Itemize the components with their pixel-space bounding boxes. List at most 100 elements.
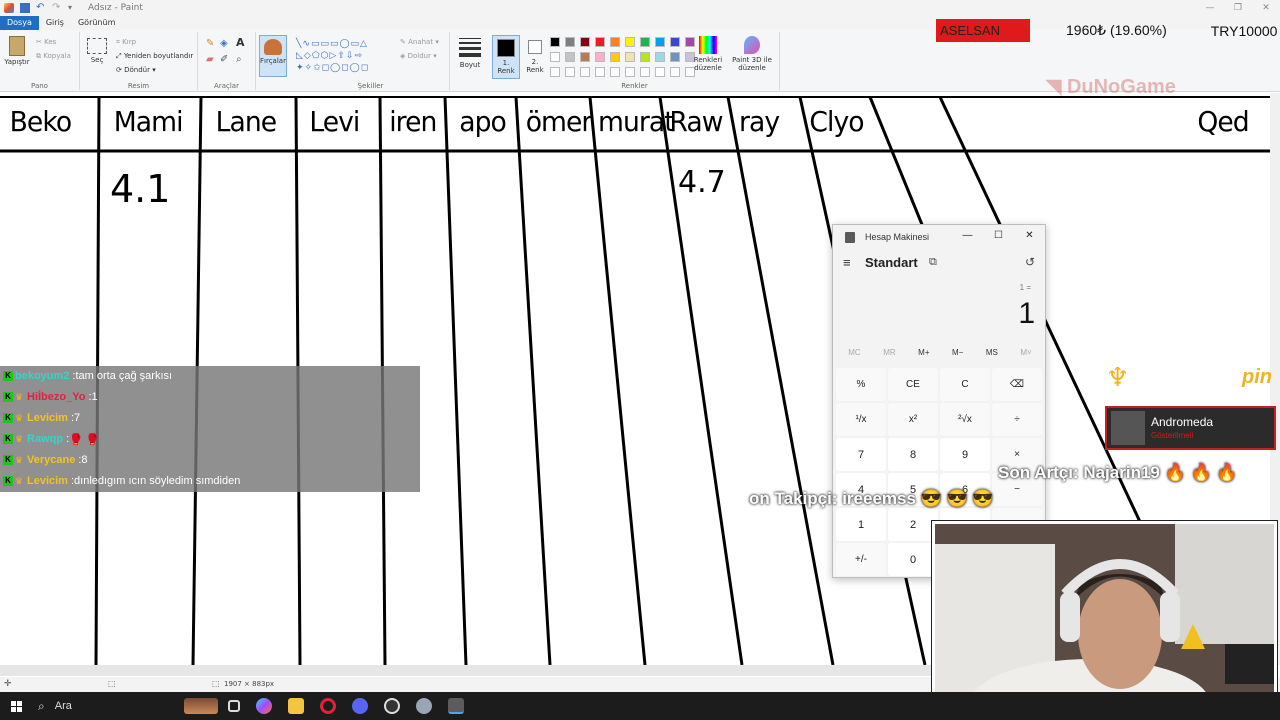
palette-swatch[interactable] [580,52,590,62]
close-button[interactable]: ✕ [1252,0,1280,16]
palette-swatch[interactable] [595,37,605,47]
cut-button[interactable]: ✂ Kes [36,38,56,46]
pencil-icon[interactable]: ✎ [206,39,214,49]
keep-on-top-icon[interactable]: ⧉ [929,256,937,269]
palette-swatch[interactable] [580,37,590,47]
calculator-key[interactable]: ÷ [992,403,1042,436]
tab-view[interactable]: Görünüm [71,16,122,30]
palette-swatch[interactable] [655,52,665,62]
color1-button[interactable]: 1. Renk [492,35,520,79]
resize-button[interactable]: ⤢ Yeniden boyutlandır [116,52,193,60]
color2-button[interactable]: 2. Renk [522,35,548,74]
crop-button[interactable]: ⌗ Kırp [116,38,136,46]
palette-empty-swatch[interactable] [670,67,680,77]
task-view-icon[interactable] [228,700,240,712]
calculator-key[interactable]: 8 [888,438,938,471]
brushes-button[interactable]: Fırçalar [259,35,287,77]
memory-button[interactable]: M+ [918,348,929,357]
calculator-key[interactable]: 9 [940,438,990,471]
paste-button[interactable]: Yapıştır [4,36,30,66]
calculator-key[interactable]: ¹/x [836,403,886,436]
calculator-key[interactable]: C [940,368,990,401]
edit-colors-button[interactable]: Renkleri düzenle [690,36,726,72]
shapes-gallery[interactable]: ╲∿▭▭▭◯▭△ ◺◇⬠⬡▷⇧⇩⇨ ✦✧✩◻◯◻◯◻ [296,38,392,76]
obs-icon[interactable] [384,698,400,714]
chat-username[interactable]: bekoyum2 [15,370,69,382]
calculator-taskbar-icon[interactable] [448,698,464,714]
palette-swatch[interactable] [670,37,680,47]
opera-icon[interactable] [320,698,336,714]
palette-swatch[interactable] [550,52,560,62]
memory-button[interactable]: MC [848,348,860,357]
copilot-icon[interactable] [256,698,272,714]
outline-button[interactable]: ✎ Anahat ▾ [400,38,439,46]
eraser-icon[interactable]: ▰ [206,55,214,65]
color-picker-icon[interactable]: ✐ [220,55,228,65]
fill-button[interactable]: ◈ Doldur ▾ [400,52,437,60]
maximize-button[interactable]: ❐ [1224,0,1252,16]
taskbar-search[interactable]: ⌕ Ara [38,698,218,714]
palette-swatch[interactable] [610,37,620,47]
undo-icon[interactable]: ↶ [36,3,46,13]
palette-swatch[interactable] [640,52,650,62]
chat-username[interactable]: Levicim [27,475,68,487]
calculator-minimize-button[interactable]: — [952,225,983,247]
palette-swatch[interactable] [670,52,680,62]
palette-empty-swatch[interactable] [595,67,605,77]
calculator-close-button[interactable]: ✕ [1014,225,1045,247]
memory-button[interactable]: MS [986,348,998,357]
rotate-button[interactable]: ⟳ Döndür ▾ [116,66,156,74]
calculator-key[interactable]: % [836,368,886,401]
palette-swatch[interactable] [625,52,635,62]
copy-button[interactable]: ⧉ Kopyala [36,52,71,60]
steam-icon[interactable] [416,698,432,714]
minimize-button[interactable]: — [1196,0,1224,16]
palette-swatch[interactable] [625,37,635,47]
history-icon[interactable]: ↺ [1025,255,1035,269]
palette-empty-swatch[interactable] [610,67,620,77]
menu-icon[interactable]: ≡ [843,255,851,270]
calculator-maximize-button[interactable]: ☐ [983,225,1014,247]
paint3d-button[interactable]: Paint 3D ile düzenle [730,36,774,72]
calculator-key[interactable]: 2 [888,508,938,541]
calculator-key[interactable]: x² [888,403,938,436]
calculator-key[interactable]: ⌫ [992,368,1042,401]
select-button[interactable]: Seç [86,38,108,64]
calculator-key[interactable]: +/- [836,543,886,576]
calculator-key[interactable]: 0 [888,543,938,576]
size-button[interactable]: Boyut [457,38,483,69]
memory-button[interactable]: MR [883,348,895,357]
tab-file[interactable]: Dosya [0,16,39,30]
calculator-key[interactable]: ²√x [940,403,990,436]
palette-empty-swatch[interactable] [625,67,635,77]
file-explorer-icon[interactable] [288,698,304,714]
palette-swatch[interactable] [565,37,575,47]
calculator-key[interactable]: 7 [836,438,886,471]
palette-swatch[interactable] [610,52,620,62]
chat-username[interactable]: Levicim [27,412,68,424]
calculator-key[interactable]: 1 [836,508,886,541]
palette-empty-swatch[interactable] [655,67,665,77]
palette-empty-swatch[interactable] [565,67,575,77]
discord-icon[interactable] [352,698,368,714]
palette-empty-swatch[interactable] [580,67,590,77]
palette-swatch[interactable] [595,52,605,62]
tab-home[interactable]: Giriş [39,16,71,30]
chat-username[interactable]: Verycane [27,454,75,466]
memory-button[interactable]: M˅ [1020,348,1031,357]
palette-swatch[interactable] [550,37,560,47]
palette-swatch[interactable] [655,37,665,47]
fill-bucket-icon[interactable]: ◈ [220,39,228,49]
text-tool-icon[interactable]: A [236,37,245,48]
save-icon[interactable] [20,3,30,13]
start-button[interactable] [0,692,32,720]
redo-icon[interactable]: ↷ [52,3,62,13]
customize-dropdown-icon[interactable]: ▾ [68,3,78,13]
chat-username[interactable]: Rawqp [27,433,63,445]
palette-empty-swatch[interactable] [550,67,560,77]
palette-empty-swatch[interactable] [640,67,650,77]
palette-swatch[interactable] [565,52,575,62]
chat-username[interactable]: Hiİbezo_Yo [27,391,85,403]
palette-swatch[interactable] [640,37,650,47]
magnifier-icon[interactable]: ⌕ [236,55,242,65]
